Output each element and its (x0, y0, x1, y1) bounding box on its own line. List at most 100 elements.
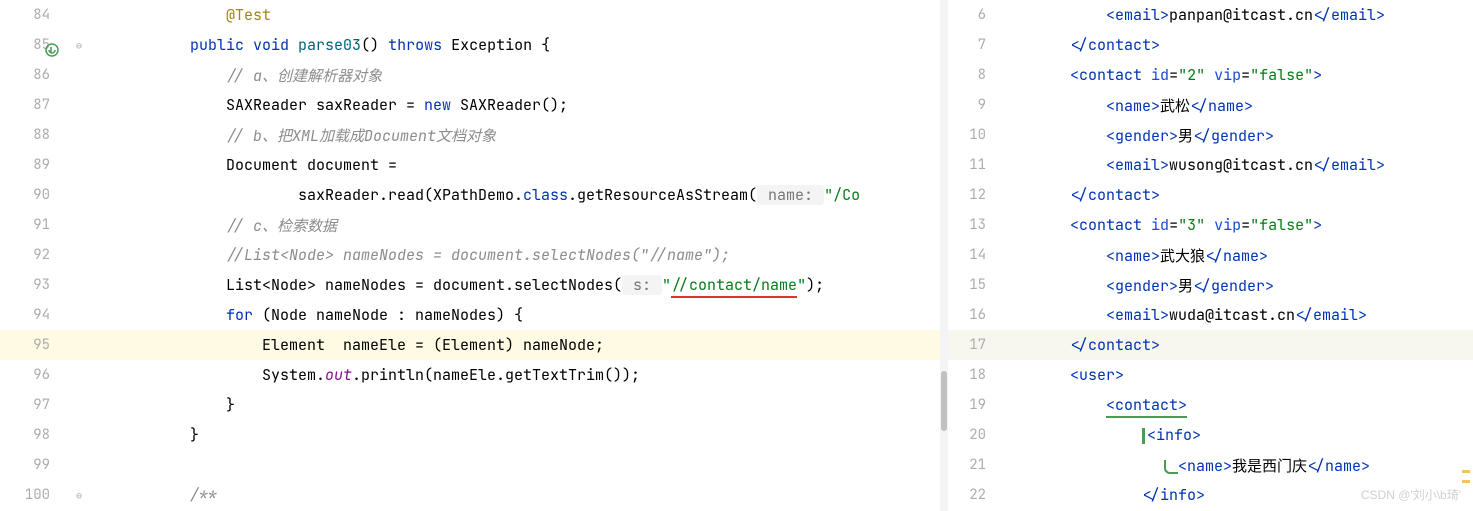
gutter-line-number[interactable]: 19 (948, 396, 998, 414)
code-line[interactable]: 9 <name>武松</name> (948, 90, 1473, 120)
code-text[interactable]: <contact id="2" vip="false"> (998, 65, 1473, 85)
code-text[interactable]: } (118, 425, 940, 445)
code-text[interactable]: </contact> (998, 35, 1473, 55)
code-line[interactable]: 8 <contact id="2" vip="false"> (948, 60, 1473, 90)
code-line[interactable]: 10 <gender>男</gender> (948, 120, 1473, 150)
code-text[interactable]: <email>wuda@itcast.cn</email> (998, 305, 1473, 325)
code-line[interactable]: 19 <contact> (948, 390, 1473, 420)
code-text[interactable]: <info> (998, 425, 1473, 445)
code-line[interactable]: 100 ⊖ /** (0, 480, 940, 510)
gutter-line-number[interactable]: 95 (0, 336, 68, 354)
code-text[interactable]: </contact> (998, 185, 1473, 205)
code-text[interactable]: <name>我是西门庆</name> (998, 455, 1473, 476)
code-text[interactable]: public void parse03() throws Exception { (118, 35, 940, 55)
gutter-line-number[interactable]: 96 (0, 366, 68, 384)
gutter-line-number[interactable]: 18 (948, 366, 998, 384)
code-text[interactable]: saxReader.read(XPathDemo.class.getResour… (118, 185, 940, 205)
code-line[interactable]: 11 <email>wusong@itcast.cn</email> (948, 150, 1473, 180)
code-text[interactable]: <name>武大狼</name> (998, 245, 1473, 266)
code-line[interactable]: 14 <name>武大狼</name> (948, 240, 1473, 270)
gutter-line-number[interactable]: 100 (0, 486, 68, 504)
code-line[interactable]: 86 // a、创建解析器对象 (0, 60, 940, 90)
code-text[interactable]: } (118, 395, 940, 415)
gutter-line-number[interactable]: 20 (948, 426, 998, 444)
gutter-line-number[interactable]: 86 (0, 66, 68, 84)
code-line[interactable]: 7 </contact> (948, 30, 1473, 60)
gutter-line-number[interactable]: 11 (948, 156, 998, 174)
code-line[interactable]: 92 //List<Node> nameNodes = document.sel… (0, 240, 940, 270)
code-line[interactable]: 21 <name>我是西门庆</name> (948, 450, 1473, 480)
code-line[interactable]: 90 saxReader.read(XPathDemo.class.getRes… (0, 180, 940, 210)
code-text[interactable]: System.out.println(nameEle.getTextTrim()… (118, 365, 940, 385)
code-line[interactable]: 87 SAXReader saxReader = new SAXReader()… (0, 90, 940, 120)
gutter-line-number[interactable]: 87 (0, 96, 68, 114)
code-line[interactable]: 13 <contact id="3" vip="false"> (948, 210, 1473, 240)
code-line[interactable]: 91 // c、检索数据 (0, 210, 940, 240)
code-line[interactable]: 6 <email>panpan@itcast.cn</email> (948, 0, 1473, 30)
gutter-line-number[interactable]: 6 (948, 6, 998, 24)
gutter-line-number[interactable]: 12 (948, 186, 998, 204)
gutter-line-number[interactable]: 84 (0, 6, 68, 24)
gutter-line-number[interactable]: 93 (0, 276, 68, 294)
code-line[interactable]: 94 for (Node nameNode : nameNodes) { (0, 300, 940, 330)
code-line[interactable]: 93 List<Node> nameNodes = document.selec… (0, 270, 940, 300)
splitter[interactable] (940, 0, 948, 511)
gutter-line-number[interactable]: 21 (948, 456, 998, 474)
gutter-line-number[interactable]: 16 (948, 306, 998, 324)
code-text[interactable]: // a、创建解析器对象 (118, 65, 940, 86)
gutter-line-number[interactable]: 10 (948, 126, 998, 144)
code-line[interactable]: 96 System.out.println(nameEle.getTextTri… (0, 360, 940, 390)
gutter-line-number[interactable]: 8 (948, 66, 998, 84)
code-line[interactable]: 15 <gender>男</gender> (948, 270, 1473, 300)
code-text[interactable]: //List<Node> nameNodes = document.select… (118, 245, 940, 265)
code-text[interactable]: <gender>男</gender> (998, 275, 1473, 296)
gutter-line-number[interactable]: 97 (0, 396, 68, 414)
fold-region[interactable]: ⊖ (68, 489, 118, 502)
code-line[interactable]: 85 ⊖ public void parse03() throws Excepti… (0, 30, 940, 60)
code-line[interactable]: 98 } (0, 420, 940, 450)
gutter-line-number[interactable]: 90 (0, 186, 68, 204)
gutter-line-number[interactable]: 7 (948, 36, 998, 54)
code-line[interactable]: 16 <email>wuda@itcast.cn</email> (948, 300, 1473, 330)
fold-icon[interactable]: ⊖ (76, 39, 82, 52)
code-line[interactable]: 99 (0, 450, 940, 480)
code-text[interactable]: Element nameEle = (Element) nameNode; (118, 335, 940, 355)
code-line[interactable]: 84 @Test (0, 0, 940, 30)
code-line[interactable]: 95 Element nameEle = (Element) nameNode; (0, 330, 940, 360)
code-line[interactable]: 97 } (0, 390, 940, 420)
code-text[interactable]: <contact id="3" vip="false"> (998, 215, 1473, 235)
code-text[interactable]: <user> (998, 365, 1473, 385)
gutter-line-number[interactable]: 14 (948, 246, 998, 264)
gutter-line-number[interactable]: 85 (0, 36, 68, 54)
code-text[interactable]: <contact> (998, 395, 1473, 415)
gutter-line-number[interactable]: 99 (0, 456, 68, 474)
code-line[interactable]: 20 <info> (948, 420, 1473, 450)
code-line[interactable]: 88 // b、把XML加载成Document文档对象 (0, 120, 940, 150)
right-editor-pane[interactable]: 6 <email>panpan@itcast.cn</email>7 </con… (948, 0, 1473, 511)
scrollbar-thumb[interactable] (941, 371, 947, 431)
code-line[interactable]: 17 </contact> (948, 330, 1473, 360)
code-text[interactable]: // b、把XML加载成Document文档对象 (118, 125, 940, 146)
code-text[interactable]: <gender>男</gender> (998, 125, 1473, 146)
gutter-line-number[interactable]: 89 (0, 156, 68, 174)
gutter-line-number[interactable]: 15 (948, 276, 998, 294)
code-line[interactable]: 12 </contact> (948, 180, 1473, 210)
error-stripe[interactable] (1462, 0, 1472, 511)
code-text[interactable]: <email>panpan@itcast.cn</email> (998, 5, 1473, 25)
code-text[interactable]: Document document = (118, 155, 940, 175)
run-test-icon[interactable] (44, 42, 60, 58)
gutter-line-number[interactable]: 91 (0, 216, 68, 234)
code-text[interactable]: <name>武松</name> (998, 95, 1473, 116)
gutter-line-number[interactable]: 92 (0, 246, 68, 264)
code-text[interactable]: SAXReader saxReader = new SAXReader(); (118, 95, 940, 115)
code-text[interactable]: // c、检索数据 (118, 215, 940, 236)
code-text[interactable]: for (Node nameNode : nameNodes) { (118, 305, 940, 325)
gutter-line-number[interactable]: 22 (948, 486, 998, 504)
code-text[interactable]: /** (118, 485, 940, 505)
gutter-line-number[interactable]: 98 (0, 426, 68, 444)
fold-icon[interactable]: ⊖ (76, 489, 82, 502)
gutter-line-number[interactable]: 94 (0, 306, 68, 324)
gutter-line-number[interactable]: 13 (948, 216, 998, 234)
fold-region[interactable]: ⊖ (68, 39, 118, 52)
code-text[interactable]: @Test (118, 5, 940, 25)
